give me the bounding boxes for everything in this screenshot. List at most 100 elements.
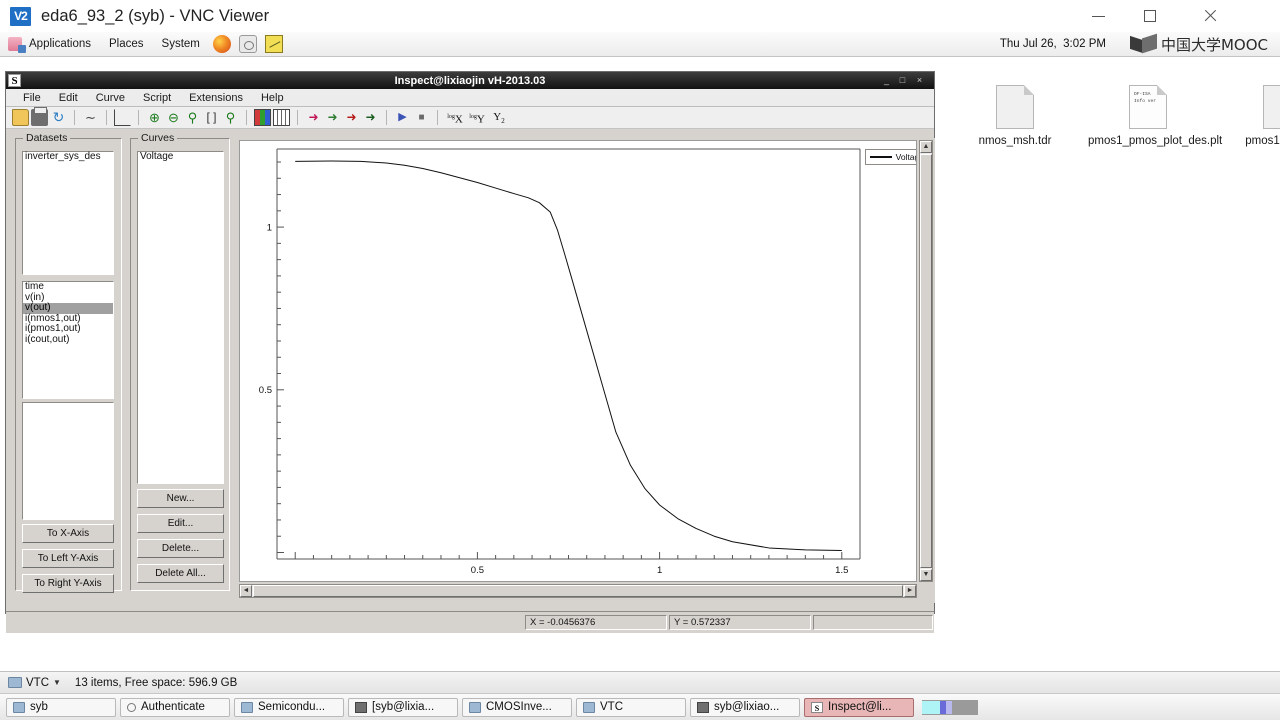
select-region-icon[interactable] <box>114 109 131 126</box>
panel-menu-applications[interactable]: Applications <box>20 32 100 57</box>
vnc-minimize-button[interactable] <box>1072 0 1124 32</box>
scrollbar-thumb[interactable] <box>920 154 932 568</box>
curve-green-icon[interactable]: ➜ <box>324 109 341 126</box>
taskbar-item-inspect[interactable]: S Inspect@li... <box>804 697 914 717</box>
tray-indicator[interactable] <box>922 699 978 715</box>
taskbar-item-vtc[interactable]: VTC <box>576 697 686 717</box>
taskbar-item-authenticate[interactable]: Authenticate <box>120 697 230 717</box>
menu-curve[interactable]: Curve <box>87 89 134 107</box>
zoom-fit-icon[interactable]: [ ] <box>203 109 220 126</box>
plt-preview-text: DF-ISA Info ver <box>1134 92 1157 104</box>
inspect-close-button[interactable]: × <box>914 75 925 86</box>
scroll-right-arrow[interactable]: ► <box>904 585 916 597</box>
print-icon[interactable] <box>31 107 48 126</box>
list-item-selected[interactable]: v(out) <box>23 302 113 314</box>
desktop-icon-pmos1-tdrdat[interactable]: pmos1 tdrdat_ <box>1222 85 1280 148</box>
log-y2-axis-icon[interactable]: Y2 <box>489 109 509 126</box>
play-icon[interactable]: ▶ <box>394 109 411 126</box>
to-x-axis-button[interactable]: To X-Axis <box>22 524 114 543</box>
to-left-y-axis-button[interactable]: To Left Y-Axis <box>22 549 114 568</box>
taskbar: syb Authenticate Semicondu... [syb@lixia… <box>0 693 1280 720</box>
menu-script[interactable]: Script <box>134 89 180 107</box>
applications-icon[interactable] <box>8 37 26 53</box>
scrollbar-thumb[interactable] <box>253 585 903 597</box>
stop-icon[interactable]: ■ <box>413 109 430 126</box>
chevron-down-icon[interactable]: ▼ <box>53 678 61 687</box>
chart-vertical-scrollbar[interactable]: ▲ ▼ <box>919 140 933 582</box>
menu-file[interactable]: File <box>14 89 50 107</box>
curve-red-icon[interactable]: ➜ <box>305 109 322 126</box>
list-item[interactable]: Voltage <box>138 151 223 163</box>
desktop-icon-nmos-msh[interactable]: nmos_msh.tdr <box>955 85 1075 148</box>
taskbar-item-syb[interactable]: syb <box>6 697 116 717</box>
list-item[interactable]: time <box>23 281 113 293</box>
edit-curve-button[interactable]: Edit... <box>137 514 224 533</box>
menu-edit[interactable]: Edit <box>50 89 87 107</box>
grid-icon[interactable] <box>273 109 290 126</box>
inspect-body: Datasets inverter_sys_des time v(in) v(o… <box>6 129 935 611</box>
taskbar-item-label: syb <box>30 701 48 713</box>
folder-icon <box>13 701 25 713</box>
vnc-logo-icon: V2 <box>10 6 31 26</box>
vnc-window-title: eda6_93_2 (syb) - VNC Viewer <box>41 6 270 25</box>
menu-extensions[interactable]: Extensions <box>180 89 252 107</box>
scroll-left-arrow[interactable]: ◄ <box>240 585 252 597</box>
zoom-region-icon[interactable]: ⚲ <box>184 109 201 126</box>
curves-list[interactable]: Voltage <box>137 151 224 484</box>
open-file-icon[interactable] <box>12 109 29 126</box>
taskbar-item-label: VTC <box>600 701 623 713</box>
taskbar-item-cmosinverter[interactable]: CMOSInve... <box>462 697 572 717</box>
status-y-coordinate: Y = 0.572337 <box>669 615 811 630</box>
svg-text:1: 1 <box>657 565 662 576</box>
file-manager-icon[interactable] <box>238 35 257 53</box>
chart-horizontal-scrollbar[interactable]: ◄ ► <box>239 584 917 598</box>
taskbar-item-label: syb@lixiao... <box>714 701 780 713</box>
inspect-toolbar: ↻ ∼ ⊕ ⊖ ⚲ [ ] ⚲ ➜ ➜ ➜ ➜ ▶ ■ logX logY Y2 <box>6 107 934 129</box>
reload-icon[interactable]: ↻ <box>50 109 67 126</box>
firefox-icon[interactable] <box>212 35 231 53</box>
zoom-reset-icon[interactable]: ⚲ <box>222 109 239 126</box>
menu-help[interactable]: Help <box>252 89 293 107</box>
vnc-maximize-button[interactable] <box>1124 0 1176 32</box>
zoom-in-icon[interactable]: ⊕ <box>146 109 163 126</box>
dataset-list[interactable]: inverter_sys_des <box>22 151 114 275</box>
file-manager-location-combo[interactable]: VTC ▼ <box>8 677 61 689</box>
folder-icon <box>583 701 595 713</box>
dataset-variable-list[interactable]: time v(in) v(out) i(nmos1,out) i(pmos1,o… <box>22 281 114 399</box>
vnc-close-button[interactable] <box>1184 0 1236 32</box>
close-icon <box>1203 9 1217 23</box>
curve-magenta-icon[interactable]: ➜ <box>343 109 360 126</box>
svg-text:1.5: 1.5 <box>835 565 848 576</box>
curves-group-label: Curves <box>138 132 178 144</box>
delete-all-curves-button[interactable]: Delete All... <box>137 564 224 583</box>
file-manager-location-label: VTC <box>26 676 49 689</box>
plot-canvas[interactable]: 0.5 1 1.5 0.5 1 Voltage <box>239 140 917 582</box>
taskbar-item-terminal-2[interactable]: syb@lixiao... <box>690 697 800 717</box>
list-item[interactable]: i(pmos1,out) <box>23 323 113 335</box>
new-curve-button[interactable]: New... <box>137 489 224 508</box>
taskbar-item-semiconductor[interactable]: Semicondu... <box>234 697 344 717</box>
color-palette-icon[interactable] <box>254 109 271 126</box>
scroll-up-arrow[interactable]: ▲ <box>920 141 932 153</box>
smooth-curve-icon[interactable]: ∼ <box>82 109 99 126</box>
dataset-extra-list[interactable] <box>22 402 114 520</box>
text-editor-icon[interactable] <box>264 35 283 53</box>
scroll-down-arrow[interactable]: ▼ <box>920 569 932 581</box>
taskbar-item-label: [syb@lixia... <box>372 701 435 713</box>
taskbar-item-terminal-1[interactable]: [syb@lixia... <box>348 697 458 717</box>
zoom-out-icon[interactable]: ⊖ <box>165 109 182 126</box>
panel-menu-system[interactable]: System <box>153 32 209 57</box>
log-y-axis-icon[interactable]: logY <box>467 109 487 126</box>
inspect-minimize-button[interactable]: _ <box>881 75 892 86</box>
panel-menu-places[interactable]: Places <box>100 32 153 57</box>
log-x-axis-icon[interactable]: logX <box>445 109 465 126</box>
to-right-y-axis-button[interactable]: To Right Y-Axis <box>22 574 114 593</box>
desktop-icon-pmos1-pmos-plot[interactable]: DF-ISA Info ver pmos1_pmos_plot_des.plt <box>1088 85 1222 148</box>
inspect-maximize-button[interactable]: □ <box>897 75 908 86</box>
list-item[interactable]: inverter_sys_des <box>23 151 113 163</box>
panel-clock[interactable]: Thu Jul 26, 3:02 PM <box>1000 38 1106 50</box>
list-item[interactable]: i(cout,out) <box>23 334 113 346</box>
desktop-icon-label: pmos1 tdrdat_ <box>1245 135 1280 147</box>
delete-curve-button[interactable]: Delete... <box>137 539 224 558</box>
curve-teal-icon[interactable]: ➜ <box>362 109 379 126</box>
